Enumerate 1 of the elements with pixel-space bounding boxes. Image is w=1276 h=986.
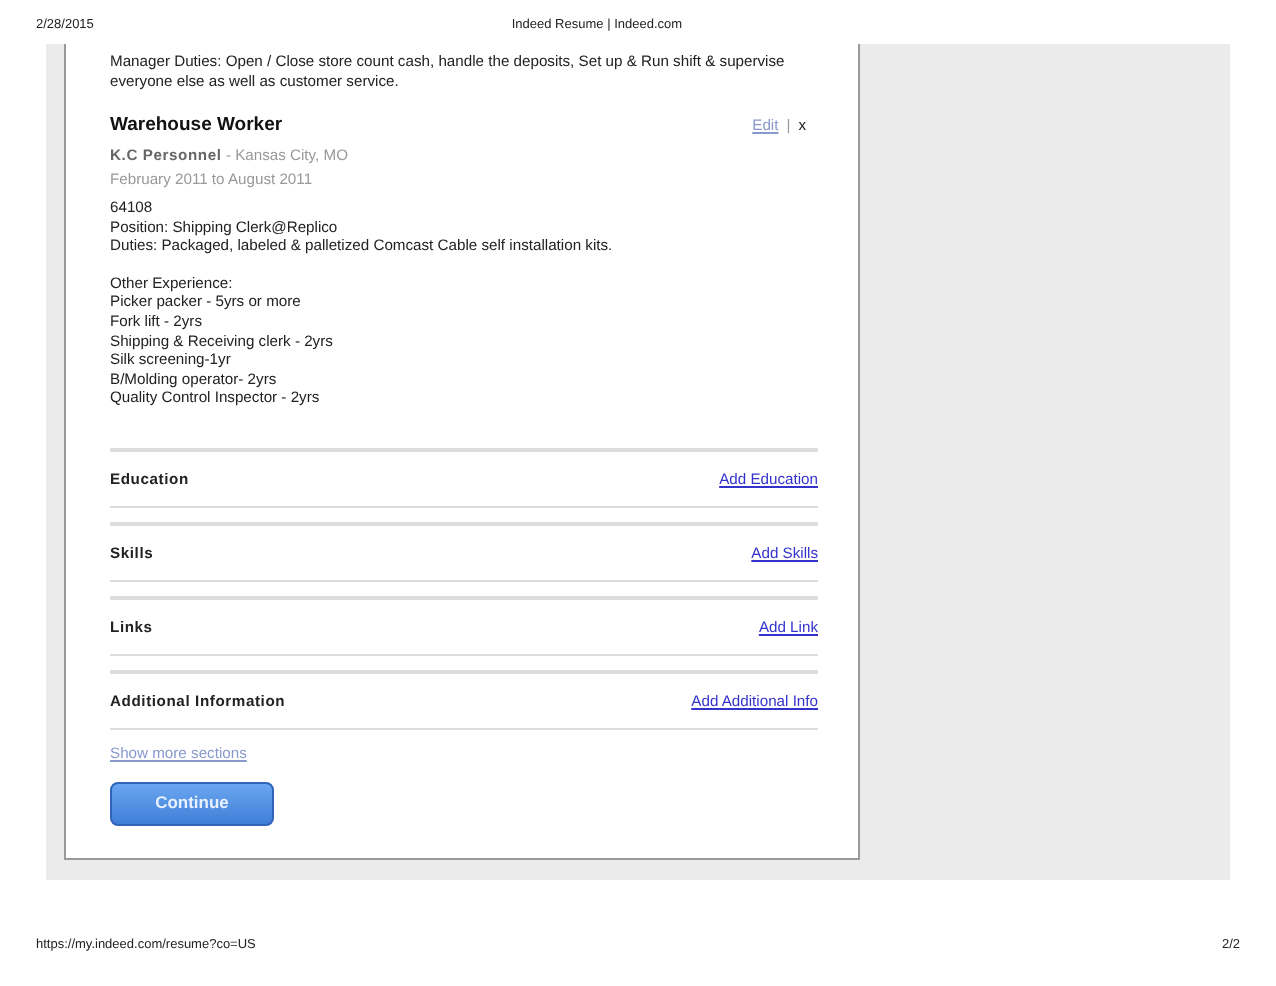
job-title: Warehouse Worker [110, 116, 283, 136]
